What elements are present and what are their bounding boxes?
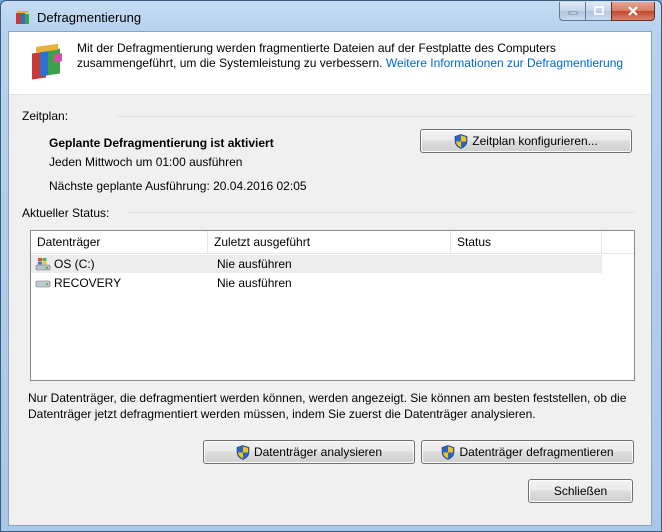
column-header-status[interactable]: Status xyxy=(451,231,602,253)
minimize-button[interactable] xyxy=(559,2,585,21)
drive-last-run: Nie ausführen xyxy=(217,276,292,290)
defragment-drive-button[interactable]: Datenträger defragmentieren xyxy=(421,440,634,464)
uac-shield-icon xyxy=(236,444,250,460)
schedule-frequency: Jeden Mittwoch um 01:00 ausführen xyxy=(49,155,243,169)
defrag-window: Defragmentierung Mit der Defragmentierun… xyxy=(0,0,662,532)
drive-row-os[interactable]: OS (C:) Nie ausführen xyxy=(31,255,602,273)
configure-schedule-label: Zeitplan konfigurieren... xyxy=(472,134,598,148)
analyze-drive-label: Datenträger analysieren xyxy=(253,445,383,459)
defragment-drive-label: Datenträger defragmentieren xyxy=(459,445,614,459)
caption-buttons xyxy=(559,2,655,22)
schedule-divider xyxy=(117,116,635,117)
schedule-next-run: Nächste geplante Ausführung: 20.04.2016 … xyxy=(49,179,307,193)
drive-list-header: Datenträger Zuletzt ausgeführt Status xyxy=(31,231,634,254)
drive-name: RECOVERY xyxy=(54,276,122,290)
analysis-hint: Nur Datenträger, die defragmentiert werd… xyxy=(28,391,627,421)
defrag-app-icon xyxy=(16,11,29,24)
column-header-filler xyxy=(602,231,634,253)
status-section-label: Aktueller Status: xyxy=(22,206,110,220)
minimize-icon xyxy=(568,11,577,15)
column-header-drive[interactable]: Datenträger xyxy=(31,231,208,253)
maximize-button[interactable] xyxy=(585,2,611,21)
close-window-button[interactable] xyxy=(611,2,655,21)
intro-panel: Mit der Defragmentierung werden fragment… xyxy=(9,32,651,95)
drive-last-run: Nie ausführen xyxy=(217,257,292,271)
intro-description: Mit der Defragmentierung werden fragment… xyxy=(77,41,637,71)
dialog-client-area: Mit der Defragmentierung werden fragment… xyxy=(8,31,652,526)
analyze-drive-button[interactable]: Datenträger analysieren xyxy=(203,440,415,464)
drive-list[interactable]: Datenträger Zuletzt ausgeführt Status OS… xyxy=(30,230,635,381)
schedule-section-label: Zeitplan: xyxy=(22,109,69,123)
status-divider xyxy=(127,212,635,213)
configure-schedule-button[interactable]: Zeitplan konfigurieren... xyxy=(420,129,632,153)
windows-drive-icon xyxy=(35,258,51,271)
maximize-icon xyxy=(593,6,604,15)
column-header-last-run[interactable]: Zuletzt ausgeführt xyxy=(208,231,451,253)
uac-shield-icon xyxy=(442,444,455,460)
more-info-link[interactable]: Weitere Informationen zur Defragmentieru… xyxy=(386,56,623,70)
drive-name: OS (C:) xyxy=(54,257,95,271)
uac-shield-icon xyxy=(454,133,468,149)
drive-row-recovery[interactable]: RECOVERY Nie ausführen xyxy=(31,274,602,292)
schedule-status: Geplante Defragmentierung ist aktiviert xyxy=(49,136,274,150)
window-title: Defragmentierung xyxy=(37,10,142,25)
defrag-large-icon xyxy=(32,44,62,80)
close-button-label: Schließen xyxy=(553,484,608,498)
close-icon xyxy=(628,6,638,16)
close-button[interactable]: Schließen xyxy=(528,479,633,503)
hard-drive-icon xyxy=(35,280,51,288)
title-bar[interactable]: Defragmentierung xyxy=(1,1,661,31)
